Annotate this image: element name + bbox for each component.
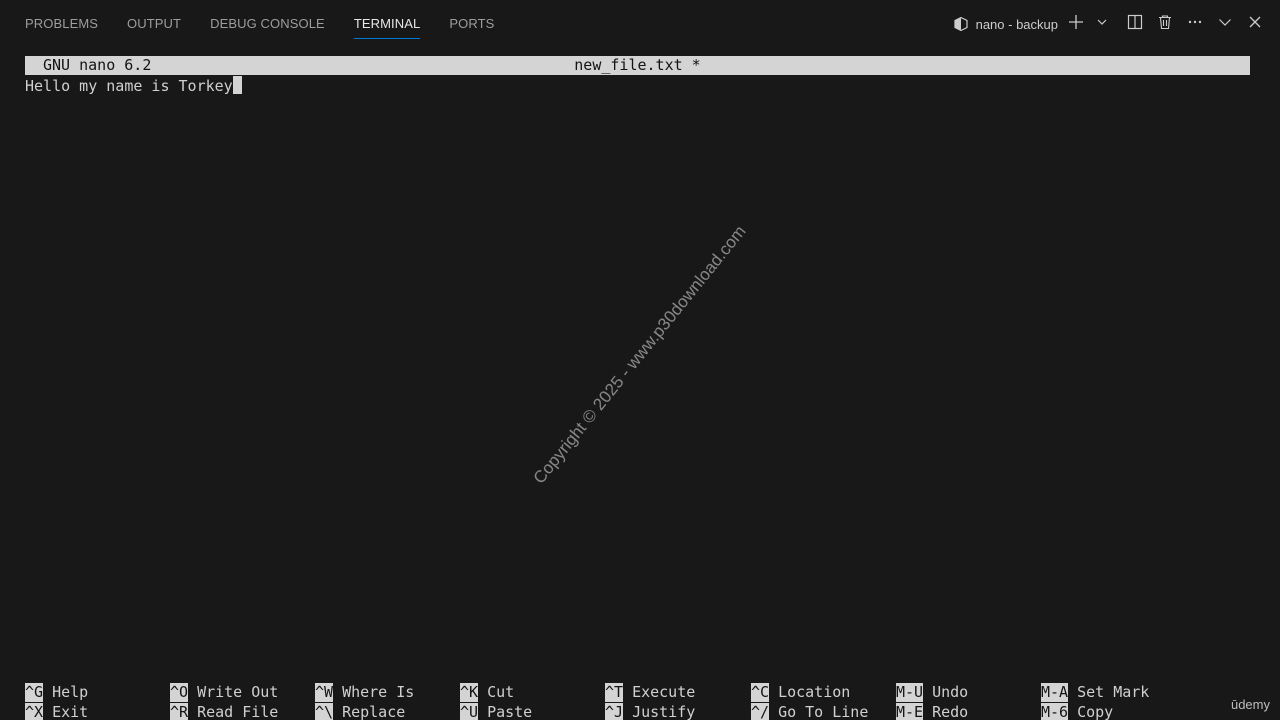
shortcut-key: M-A: [1041, 683, 1069, 702]
shortcut-key: ^C: [751, 683, 770, 702]
terminal-dropdown-button[interactable]: [1094, 9, 1110, 39]
terminal-selector[interactable]: nano - backup: [953, 16, 1058, 32]
more-actions-button[interactable]: [1180, 9, 1210, 39]
split-icon: [1127, 14, 1143, 35]
plus-icon: [1067, 13, 1085, 36]
terminal-name: nano - backup: [975, 16, 1058, 32]
shortcut-label: Set Mark: [1077, 683, 1150, 701]
shortcut-label: Read File: [197, 703, 279, 720]
ellipsis-icon: [1187, 14, 1203, 35]
chevron-up-icon: [1217, 14, 1233, 35]
shortcut-label: Paste: [487, 703, 533, 720]
text-cursor: [232, 76, 242, 94]
shortcut-key: M-U: [896, 683, 924, 702]
shortcut-go-to-line: ^/ Go To Line: [751, 702, 868, 720]
editor-buffer[interactable]: Hello my name is Torkey: [25, 76, 242, 96]
shortcut-key: ^J: [605, 703, 624, 720]
shortcut-label: Redo: [932, 703, 969, 720]
shortcut-where-is: ^W Where Is: [315, 682, 414, 702]
shortcut-label: Help: [52, 683, 89, 701]
shortcut-label: Undo: [932, 683, 969, 701]
tab-ports[interactable]: PORTS: [449, 0, 494, 48]
shortcut-key: ^U: [460, 703, 479, 720]
shortcut-cut: ^K Cut: [460, 682, 514, 702]
tab-debug-console[interactable]: DEBUG CONSOLE: [210, 0, 325, 48]
shortcut-set-mark: M-A Set Mark: [1041, 682, 1149, 702]
shortcut-execute: ^T Execute: [605, 682, 695, 702]
shortcut-copy: M-6 Copy: [1041, 702, 1113, 720]
shortcut-redo: M-E Redo: [896, 702, 968, 720]
buffer-line: Hello my name is Torkey: [25, 77, 233, 95]
split-terminal-button[interactable]: [1120, 9, 1150, 39]
shortcut-label: Write Out: [197, 683, 279, 701]
shortcut-label: Replace: [342, 703, 406, 720]
maximize-panel-button[interactable]: [1210, 9, 1240, 39]
shortcut-label: Cut: [487, 683, 515, 701]
shortcut-key: ^K: [460, 683, 479, 702]
shortcut-paste: ^U Paste: [460, 702, 532, 720]
nano-title-bar: GNU nano 6.2 new_file.txt *: [25, 56, 1250, 75]
terminal-area[interactable]: GNU nano 6.2 new_file.txt * Hello my nam…: [0, 48, 1280, 720]
shortcut-undo: M-U Undo: [896, 682, 968, 702]
panel-actions: nano - backup: [953, 0, 1270, 48]
trash-icon: [1157, 14, 1173, 35]
tab-terminal[interactable]: TERMINAL: [353, 0, 421, 48]
tab-output[interactable]: OUTPUT: [127, 0, 181, 48]
shortcut-key: ^/: [751, 703, 770, 720]
shortcut-label: Go To Line: [778, 703, 869, 720]
shortcut-location: ^C Location: [751, 682, 850, 702]
new-terminal-button[interactable]: [1068, 9, 1084, 39]
panel-header: PROBLEMS OUTPUT DEBUG CONSOLE TERMINAL P…: [0, 0, 1280, 48]
shortcut-key: ^O: [170, 683, 189, 702]
shortcut-exit: ^X Exit: [25, 702, 88, 720]
shortcut-key: ^G: [25, 683, 44, 702]
shortcut-label: Location: [778, 683, 851, 701]
shortcut-write-out: ^O Write Out: [170, 682, 278, 702]
close-panel-button[interactable]: [1240, 9, 1270, 39]
shortcut-justify: ^J Justify: [605, 702, 695, 720]
terminal-icon: [953, 16, 969, 32]
shortcut-key: ^\: [315, 703, 334, 720]
shortcut-help: ^G Help: [25, 682, 88, 702]
tab-problems[interactable]: PROBLEMS: [25, 0, 98, 48]
shortcut-key: M-E: [896, 703, 924, 720]
shortcut-key: ^W: [315, 683, 334, 702]
panel-tabs: PROBLEMS OUTPUT DEBUG CONSOLE TERMINAL P…: [25, 0, 523, 48]
close-icon: [1247, 14, 1263, 35]
shortcut-label: Where Is: [342, 683, 415, 701]
kill-terminal-button[interactable]: [1150, 9, 1180, 39]
shortcut-label: Copy: [1077, 703, 1114, 720]
nano-filename: new_file.txt *: [574, 56, 701, 74]
nano-shortcut-bar: ^G Help ^X Exit ^O Write Out ^R Read File ^W…: [25, 682, 1205, 720]
shortcut-key: ^R: [170, 703, 189, 720]
shortcut-key: ^T: [605, 683, 624, 702]
shortcut-key: ^X: [25, 703, 44, 720]
shortcut-replace: ^\ Replace: [315, 702, 405, 720]
shortcut-label: Justify: [632, 703, 696, 720]
shortcut-label: Exit: [52, 703, 89, 720]
shortcut-label: Execute: [632, 683, 696, 701]
chevron-down-icon: [1096, 15, 1108, 33]
udemy-logo: ūdemy: [1230, 697, 1270, 712]
shortcut-read-file: ^R Read File: [170, 702, 278, 720]
shortcut-key: M-6: [1041, 703, 1069, 720]
